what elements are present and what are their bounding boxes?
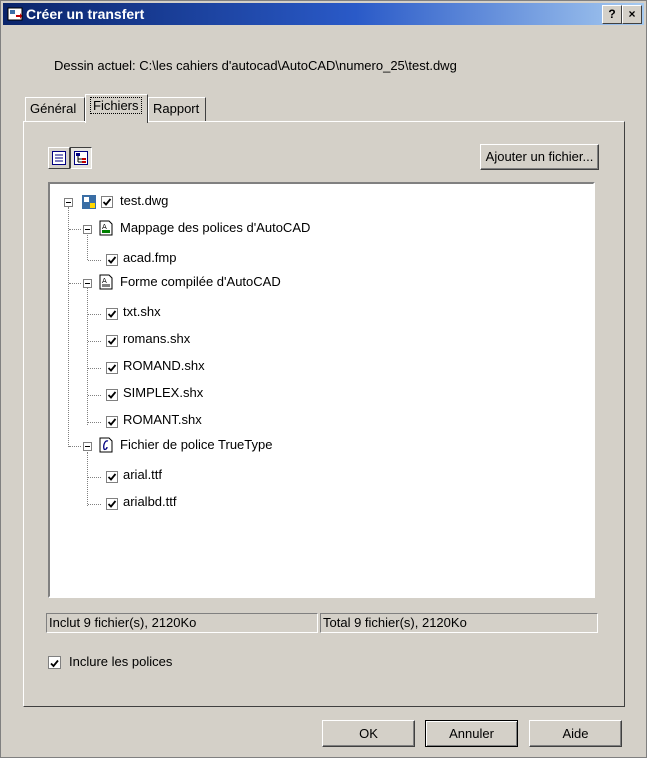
tree-connector [69,229,81,230]
tree-connector [68,207,69,447]
help-button[interactable]: Aide [529,720,622,747]
tree-connector [88,341,101,342]
include-fonts-label[interactable]: Inclure les polices [69,654,172,669]
tree-file-label[interactable]: ROMAND.shx [123,358,205,373]
svg-text:A: A [102,223,107,231]
file-checkbox[interactable] [106,254,118,266]
svg-text:A: A [102,277,107,285]
file-checkbox[interactable] [106,335,118,347]
tree-connector [87,233,88,260]
include-fonts-checkbox[interactable] [48,656,61,669]
collapse-group-toggle[interactable] [83,279,92,288]
tab-rapport[interactable]: Rapport [148,97,206,121]
cancel-button[interactable]: Annuler [425,720,518,747]
dialog-window: Créer un transfert ? × Dessin actuel: C:… [0,0,647,758]
tree-file-label[interactable]: arial.ttf [123,467,162,482]
fmp-icon: A [99,220,113,236]
tree-connector [69,446,81,447]
file-checkbox[interactable] [106,498,118,510]
truetype-icon [99,437,113,453]
current-drawing-path: Dessin actuel: C:\les cahiers d'autocad\… [54,58,457,73]
tree-root-label[interactable]: test.dwg [120,193,168,208]
file-checkbox[interactable] [106,308,118,320]
file-checkbox[interactable] [106,389,118,401]
tree-file-label[interactable]: acad.fmp [123,250,176,265]
check-icon [50,659,59,668]
tree-connector [88,477,101,478]
close-title-button[interactable]: × [622,5,642,24]
title-bar[interactable]: Créer un transfert ? × [3,3,644,25]
file-checkbox[interactable] [106,362,118,374]
root-checkbox[interactable] [101,196,113,208]
window-title: Créer un transfert [26,6,145,22]
file-checkbox[interactable] [106,416,118,428]
dwg-file-icon [82,195,96,209]
tree-connector [88,395,101,396]
tree-connector [88,368,101,369]
list-view-icon [52,151,66,165]
tab-rapport-label: Rapport [153,101,200,116]
tree-connector [88,314,101,315]
tree-file-label[interactable]: ROMANT.shx [123,412,202,427]
tree-file-label[interactable]: arialbd.ttf [123,494,176,509]
collapse-group-toggle[interactable] [83,442,92,451]
tree-group-label[interactable]: Mappage des polices d'AutoCAD [120,220,310,235]
ok-button[interactable]: OK [322,720,415,747]
add-file-button[interactable]: Ajouter un fichier... [480,144,599,170]
help-title-button[interactable]: ? [602,5,622,24]
tree-connector [87,288,88,425]
tree-connector [88,422,101,423]
status-total: Total 9 fichier(s), 2120Ko [320,613,598,633]
tree-connector [87,452,88,506]
shx-icon: A [99,274,113,290]
list-view-button[interactable] [48,147,70,169]
tree-group-label[interactable]: Fichier de police TrueType [120,437,272,452]
status-included: Inclut 9 fichier(s), 2120Ko [46,613,318,633]
file-checkbox[interactable] [106,471,118,483]
tree-file-label[interactable]: txt.shx [123,304,161,319]
tab-general-label: Général [30,101,77,116]
tab-fichiers-label: Fichiers [90,97,142,114]
tree-file-label[interactable]: romans.shx [123,331,190,346]
tree-connector [88,504,101,505]
tab-fichiers[interactable]: Fichiers [85,94,148,123]
tree-group-label[interactable]: Forme compilée d'AutoCAD [120,274,281,289]
tree-connector [88,260,101,261]
tree-file-label[interactable]: SIMPLEX.shx [123,385,203,400]
tree-view-button[interactable] [70,147,92,169]
tree-connector [69,283,81,284]
collapse-root-toggle[interactable] [64,198,73,207]
collapse-group-toggle[interactable] [83,225,92,234]
tree-view-icon [74,151,88,165]
transmit-icon [7,7,23,21]
tab-general[interactable]: Général [25,97,85,121]
file-tree[interactable]: test.dwg A Mappage des polices d'AutoCAD… [48,182,595,598]
